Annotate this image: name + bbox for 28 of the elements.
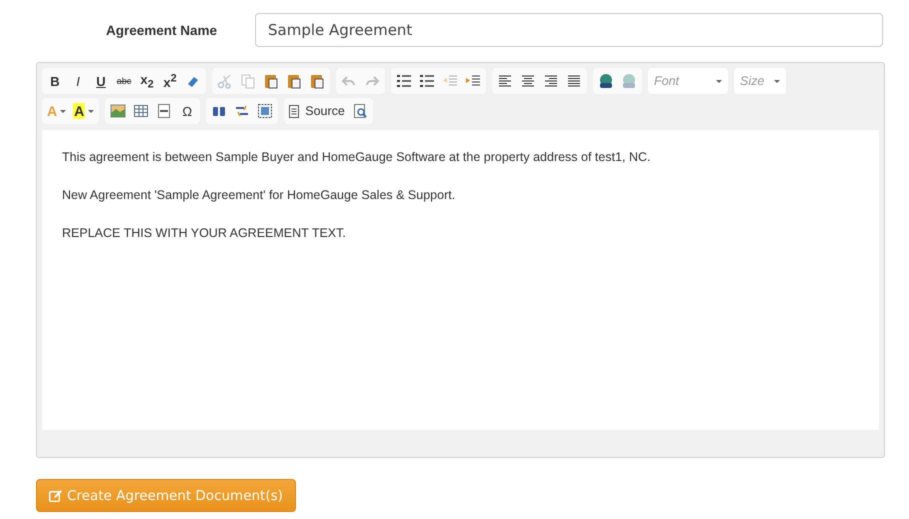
select-all-icon[interactable] xyxy=(257,103,274,119)
image-icon[interactable] xyxy=(110,103,126,119)
background-color-button[interactable]: A xyxy=(73,101,94,121)
format-button[interactable]: Ω xyxy=(179,101,196,121)
agreement-name-field[interactable]: Sample Agreement xyxy=(255,13,883,47)
clipboard-icon[interactable] xyxy=(286,73,302,89)
paragraph: New Agreement 'Sample Agreement' for HomeGauge Sales & Support. xyxy=(62,188,456,202)
justify-icon[interactable] xyxy=(566,73,582,89)
field-label: Agreement Name xyxy=(105,22,218,38)
preview-icon[interactable] xyxy=(352,103,368,119)
format-button[interactable]: x$_{2}$ xyxy=(139,71,155,91)
align-center-icon[interactable] xyxy=(520,73,536,89)
paragraph: REPLACE THIS WITH YOUR AGREEMENT TEXT. xyxy=(62,226,347,240)
table-icon[interactable] xyxy=(133,103,150,119)
align-left-icon[interactable] xyxy=(497,73,513,89)
document-icon xyxy=(289,104,300,118)
underline-button[interactable]: U xyxy=(93,71,109,91)
align-right-icon[interactable] xyxy=(543,73,559,89)
replace-icon[interactable] xyxy=(234,103,250,119)
format-button[interactable]: B xyxy=(47,71,63,91)
strikethrough-button[interactable]: abc xyxy=(116,71,132,91)
format-button[interactable]: x$^{2}$ xyxy=(162,71,178,91)
clipboard-icon[interactable] xyxy=(263,73,279,89)
edit-icon xyxy=(49,490,62,502)
bulleted-list-icon[interactable] xyxy=(419,73,435,89)
clipboard-icon[interactable] xyxy=(309,73,325,89)
paragraph: This agreement is between Sample Buyer and HomeGauge Software at the property address of test1, NC. xyxy=(62,150,652,164)
format-button[interactable]: I xyxy=(70,71,86,91)
